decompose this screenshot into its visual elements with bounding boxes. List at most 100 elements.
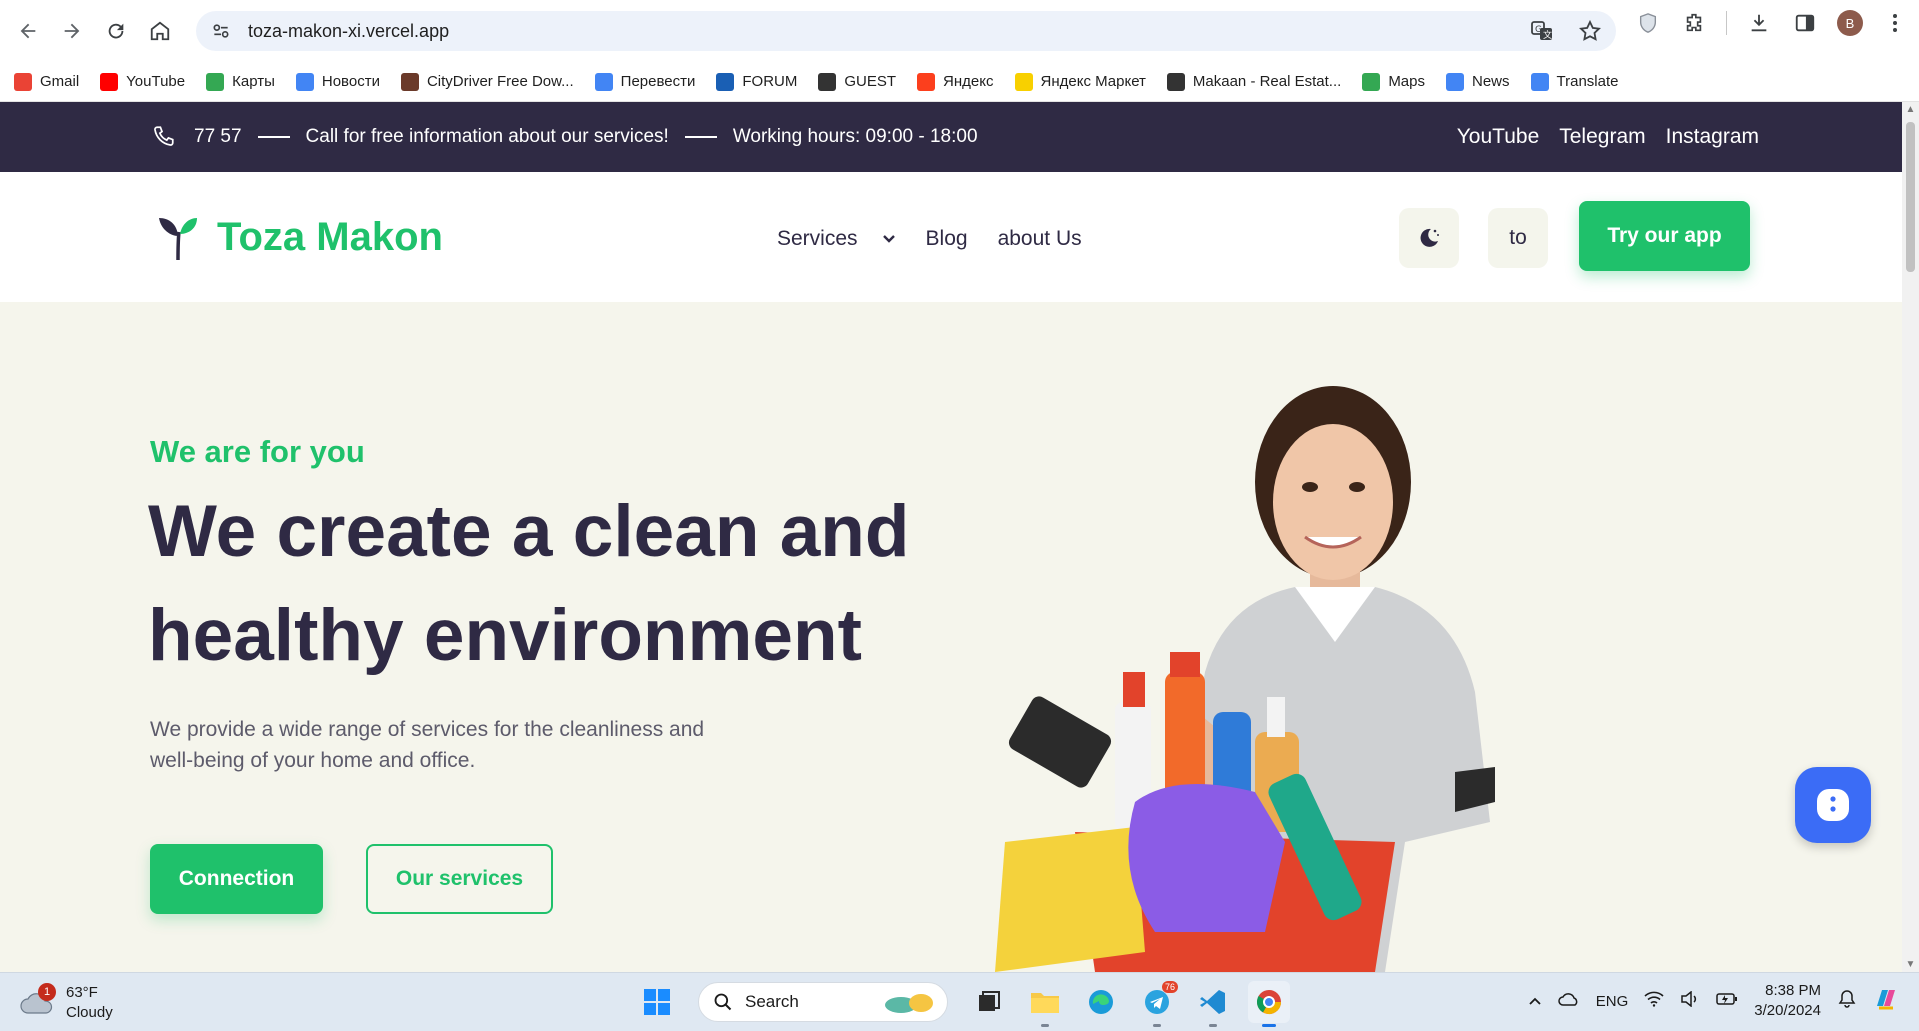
site-logo[interactable]: Toza Makon — [155, 212, 443, 262]
url-text: toza-makon-xi.vercel.app — [248, 20, 450, 41]
sprout-icon — [159, 218, 197, 261]
our-services-button[interactable]: Our services — [366, 844, 553, 914]
svg-text:文: 文 — [1543, 29, 1552, 41]
running-indicator — [1209, 1024, 1217, 1027]
wifi-icon[interactable] — [1644, 991, 1664, 1011]
running-indicator — [1153, 1024, 1161, 1027]
bookmark-label: Карты — [232, 73, 275, 90]
bookmark-favicon-icon — [1362, 72, 1381, 91]
translate-icon[interactable]: G文 — [1530, 19, 1554, 48]
edge-browser-icon[interactable] — [1080, 981, 1122, 1023]
more-menu-icon[interactable] — [1881, 9, 1909, 37]
social-telegram-link[interactable]: Telegram — [1559, 125, 1645, 149]
start-windows-icon[interactable] — [636, 981, 678, 1023]
bookmark-item[interactable]: News — [1446, 72, 1510, 91]
bookmark-label: CityDriver Free Dow... — [426, 73, 574, 90]
hero-description: We provide a wide range of services for … — [150, 718, 705, 772]
bookmark-item[interactable]: CityDriver Free Dow... — [400, 72, 574, 91]
bookmark-label: GUEST — [844, 73, 897, 90]
social-instagram-link[interactable]: Instagram — [1666, 125, 1759, 149]
main-nav: Services Blog about Us — [777, 227, 1082, 251]
battery-icon[interactable] — [1716, 992, 1738, 1010]
bookmark-label: YouTube — [126, 73, 186, 90]
chat-widget-button[interactable] — [1795, 767, 1871, 843]
chrome-icon[interactable] — [1248, 981, 1290, 1027]
nav-about[interactable]: about Us — [998, 227, 1082, 251]
bookmark-favicon-icon — [1446, 72, 1464, 91]
download-icon[interactable] — [1745, 9, 1773, 37]
social-youtube-link[interactable]: YouTube — [1457, 125, 1540, 149]
weather-temp: 63°F — [66, 984, 98, 1001]
scroll-up-icon[interactable]: ▲ — [1905, 104, 1916, 115]
taskbar-search[interactable]: Search — [698, 982, 948, 1022]
notifications-icon[interactable] — [1837, 989, 1857, 1013]
telegram-icon[interactable]: 76 — [1136, 981, 1178, 1027]
bookmark-item[interactable]: GUEST — [818, 72, 897, 91]
reload-icon[interactable] — [94, 9, 138, 53]
bookmark-item[interactable]: Translate — [1530, 72, 1619, 91]
site-settings-icon[interactable] — [210, 20, 232, 42]
bookmark-item[interactable]: Gmail — [14, 72, 80, 91]
forward-icon[interactable] — [50, 9, 94, 53]
file-explorer-icon[interactable] — [1024, 981, 1066, 1027]
hero-headline: We create a clean and healthy environmen… — [148, 491, 910, 676]
home-icon[interactable] — [138, 9, 182, 53]
onedrive-icon[interactable] — [1558, 991, 1580, 1011]
bookmark-favicon-icon — [1014, 72, 1033, 91]
site-header: Toza Makon Services Blog about Us to Try… — [0, 172, 1919, 302]
bookmark-item[interactable]: Maps — [1362, 72, 1425, 91]
back-icon[interactable] — [6, 9, 50, 53]
bookmark-favicon-icon — [100, 72, 119, 91]
nav-blog[interactable]: Blog — [926, 227, 968, 251]
bookmark-favicon-icon — [400, 72, 419, 91]
bookmark-item[interactable]: Перевести — [594, 72, 696, 91]
bookmark-star-icon[interactable] — [1578, 19, 1602, 48]
task-view-icon[interactable] — [968, 981, 1010, 1023]
bookmark-label: Maps — [1388, 73, 1425, 90]
weather-badge: 1 — [38, 983, 56, 1001]
moon-icon — [1420, 228, 1439, 247]
profile-avatar[interactable]: B — [1837, 10, 1863, 36]
scroll-thumb[interactable] — [1906, 122, 1915, 272]
active-indicator — [1262, 1024, 1276, 1027]
connection-button[interactable]: Connection — [150, 844, 323, 914]
toolbar-divider — [1726, 11, 1727, 35]
bookmark-item[interactable]: FORUM — [716, 72, 797, 91]
bookmark-label: Gmail — [40, 73, 80, 90]
info-topbar: 77 57 Call for free information about ou… — [0, 102, 1919, 172]
chevron-down-icon[interactable] — [882, 231, 896, 247]
scroll-down-icon[interactable]: ▼ — [1905, 959, 1916, 970]
vscode-icon[interactable] — [1192, 981, 1234, 1027]
weather-widget[interactable]: 1 63°F Cloudy — [20, 983, 113, 1023]
bookmark-label: Яндекс — [943, 73, 994, 90]
extensions-icon[interactable] — [1680, 9, 1708, 37]
bookmark-label: News — [1472, 73, 1510, 90]
bookmark-item[interactable]: Makaan - Real Estat... — [1166, 72, 1341, 91]
social-links: YouTube Telegram Instagram — [1457, 102, 1759, 172]
side-panel-icon[interactable] — [1791, 9, 1819, 37]
address-bar[interactable]: toza-makon-xi.vercel.app G文 — [196, 11, 1616, 51]
phone-number[interactable]: 77 57 — [194, 126, 242, 148]
bookmark-item[interactable]: Новости — [295, 72, 380, 91]
input-language[interactable]: ENG — [1596, 993, 1629, 1010]
divider-dash — [257, 136, 290, 138]
theme-toggle-button[interactable] — [1399, 208, 1459, 268]
shield-extension-icon[interactable] — [1634, 9, 1662, 37]
system-clock[interactable]: 8:38 PM 3/20/2024 — [1754, 981, 1821, 1021]
language-button[interactable]: to — [1488, 208, 1548, 268]
chevron-up-icon[interactable] — [1528, 993, 1542, 1010]
hero-section: We are for you We create a clean and hea… — [0, 302, 1919, 972]
bookmark-item[interactable]: YouTube — [100, 72, 186, 91]
bookmark-label: Перевести — [620, 73, 696, 90]
bookmark-item[interactable]: Карты — [206, 72, 275, 91]
copilot-icon[interactable] — [1873, 986, 1899, 1016]
bookmark-favicon-icon — [594, 72, 613, 91]
volume-icon[interactable] — [1680, 990, 1700, 1011]
try-app-button[interactable]: Try our app — [1579, 201, 1750, 271]
bookmark-item[interactable]: Яндекс Маркет — [1014, 72, 1146, 91]
nav-services[interactable]: Services — [777, 227, 858, 251]
page-scrollbar[interactable]: ▲ ▼ — [1902, 102, 1919, 972]
bookmark-label: Яндекс Маркет — [1040, 73, 1146, 90]
bookmark-item[interactable]: Яндекс — [917, 72, 994, 91]
browser-toolbar: toza-makon-xi.vercel.app G文 B — [0, 0, 1919, 62]
